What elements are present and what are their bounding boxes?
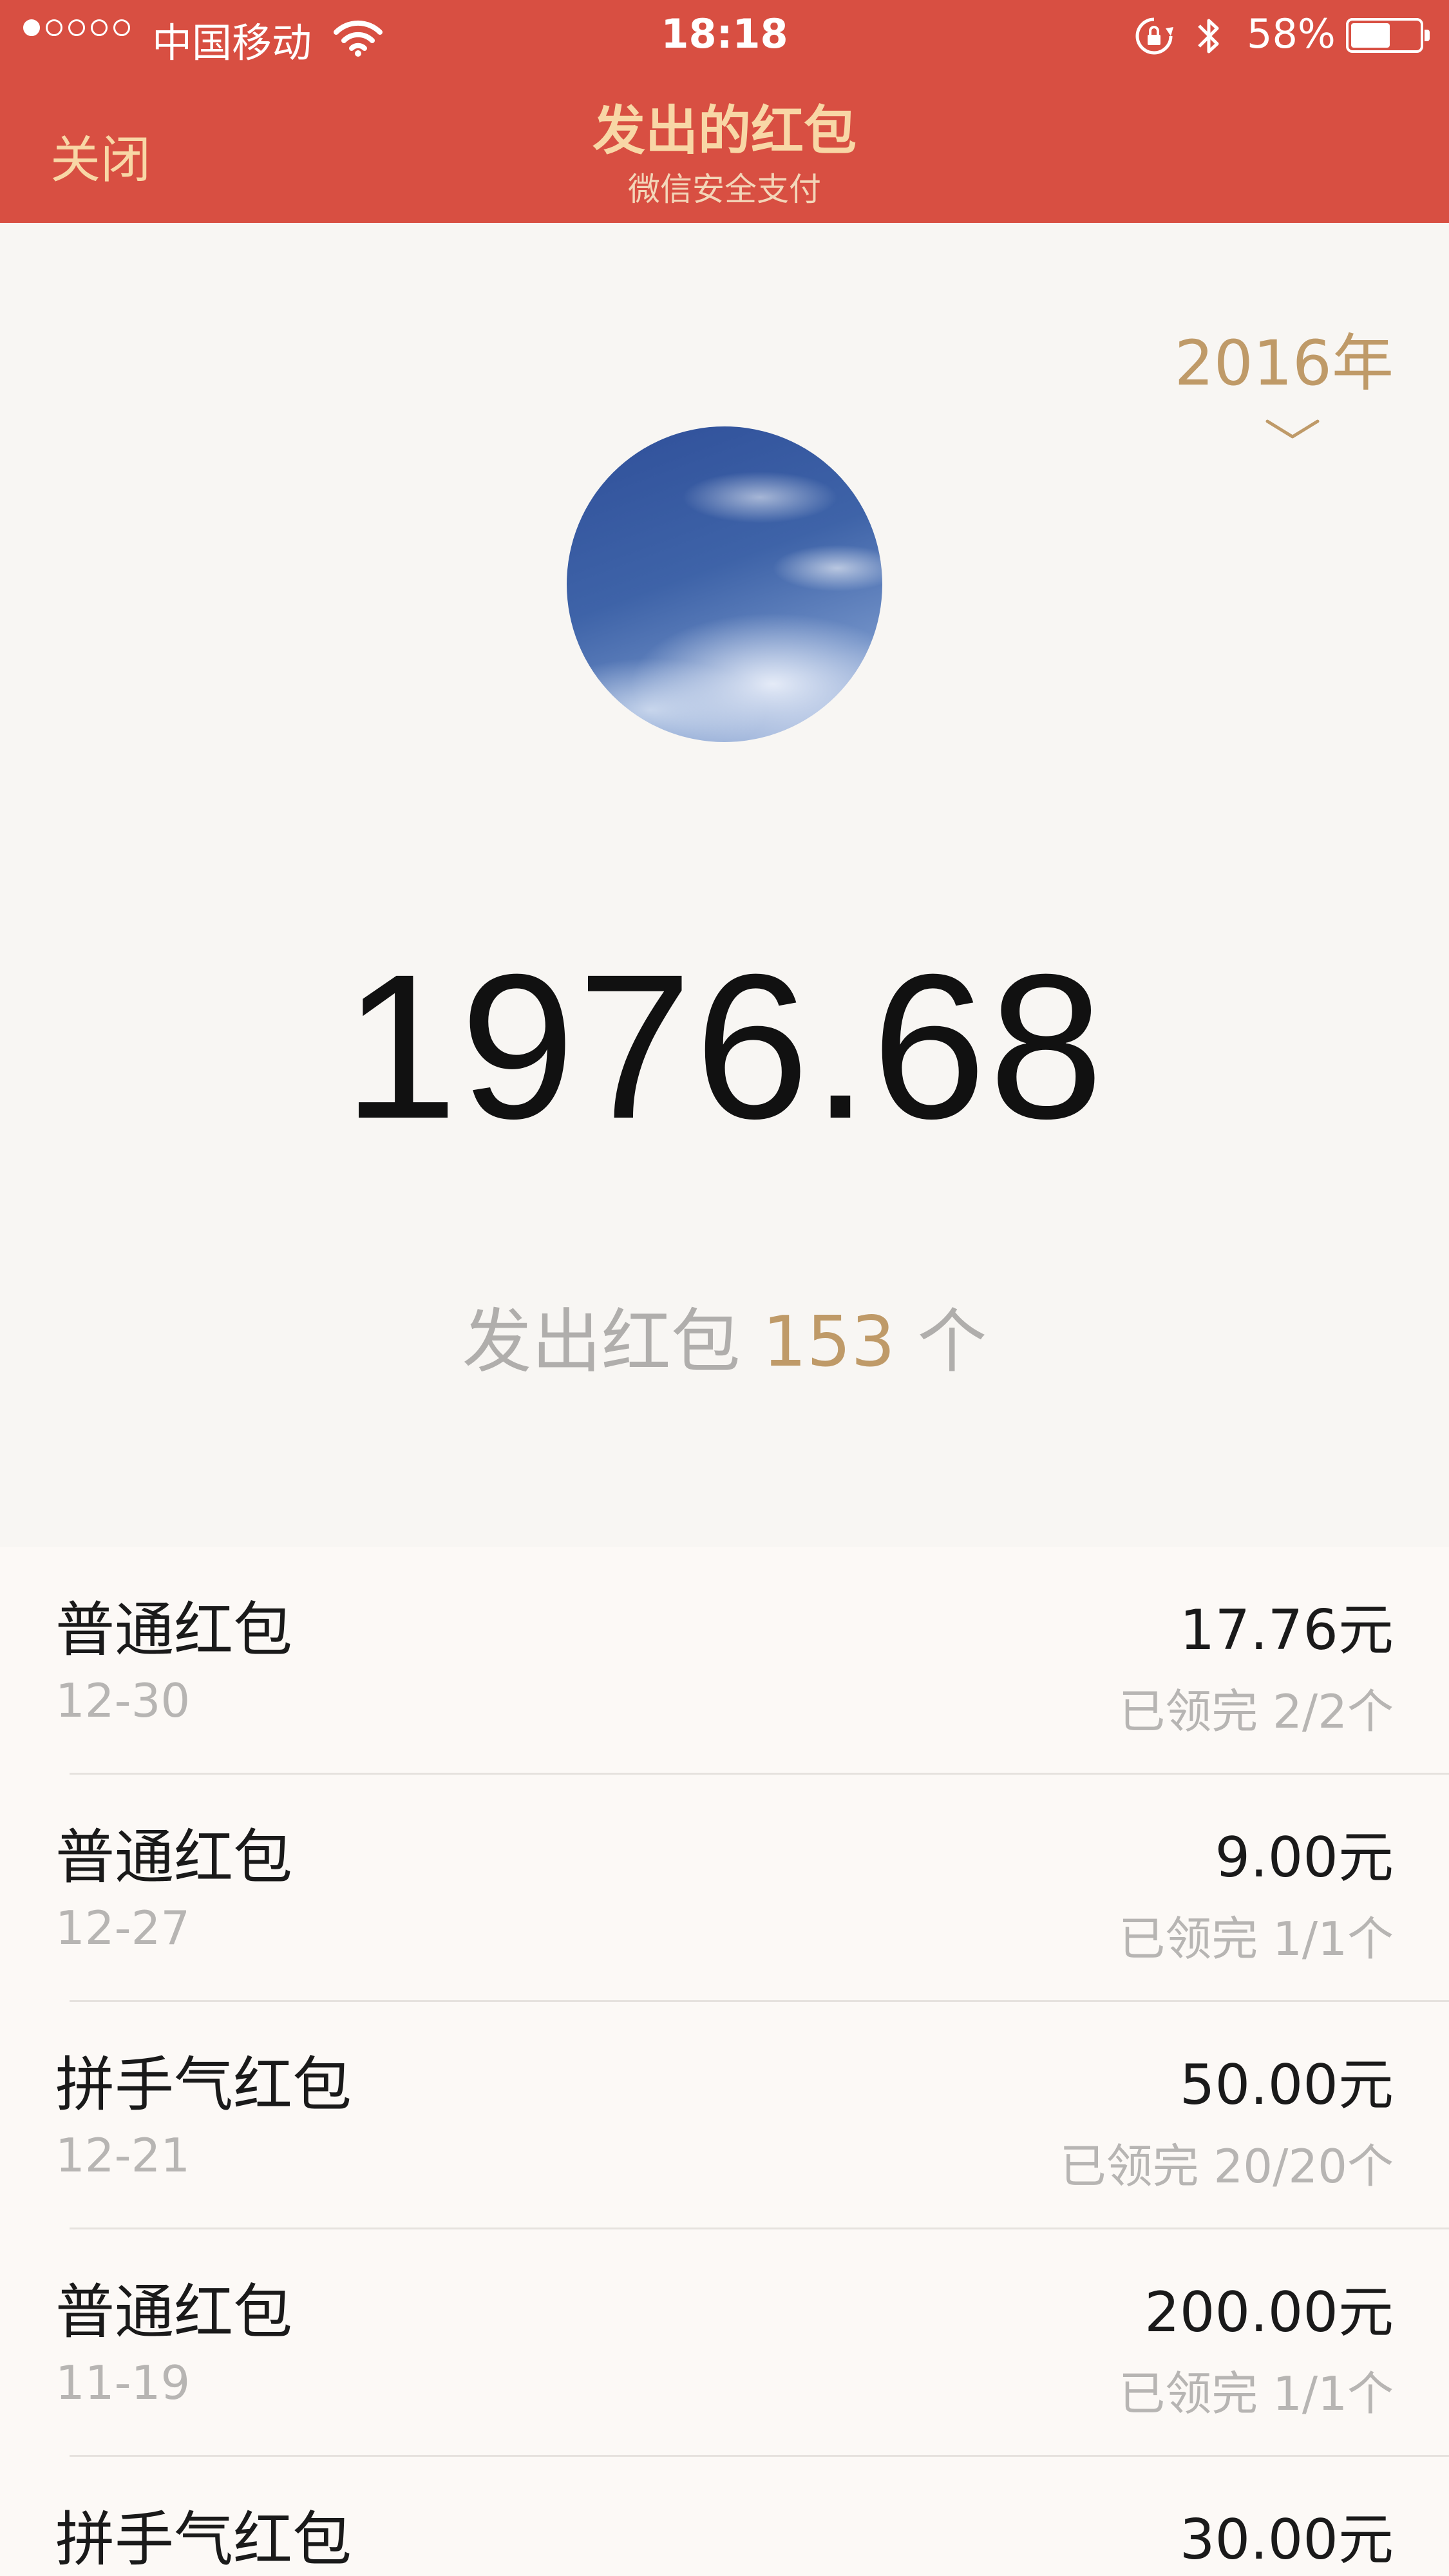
packet-type: 普通红包 bbox=[55, 1596, 293, 1665]
battery-nub bbox=[1425, 30, 1430, 41]
page-subtitle: 微信安全支付 bbox=[628, 171, 821, 208]
packet-status: 已领完 1/1个 bbox=[1119, 1912, 1394, 1966]
packet-type: 拼手气红包 bbox=[55, 2505, 352, 2574]
list-item[interactable]: 拼手气红包 12-21 50.00元 已领完 20/20个 bbox=[0, 2002, 1449, 2229]
packet-status: 已领完 1/1个 bbox=[1119, 2367, 1394, 2421]
battery-fill bbox=[1351, 23, 1390, 48]
list-item[interactable]: 普通红包 11-19 200.00元 已领完 1/1个 bbox=[0, 2229, 1449, 2457]
packet-amount: 30.00元 bbox=[1179, 2508, 1394, 2572]
packet-type: 普通红包 bbox=[55, 2278, 293, 2347]
status-bar: 中国移动 18:18 58% bbox=[0, 0, 1449, 71]
packet-amount: 17.76元 bbox=[1179, 1598, 1394, 1663]
packet-date: 11-19 bbox=[55, 2356, 191, 2410]
packet-date: 12-27 bbox=[55, 1901, 191, 1955]
list-item[interactable]: 拼手气红包 30.00元 bbox=[0, 2457, 1449, 2576]
packet-date: 12-30 bbox=[55, 1674, 191, 1728]
total-amount: 1976.68 bbox=[343, 931, 1106, 1161]
page-title: 发出的红包 bbox=[592, 100, 857, 162]
list-item[interactable]: 普通红包 12-30 17.76元 已领完 2/2个 bbox=[0, 1547, 1449, 1775]
red-packet-list: 普通红包 12-30 17.76元 已领完 2/2个 普通红包 12-27 9.… bbox=[0, 1547, 1449, 2576]
sent-count-prefix: 发出红包 bbox=[462, 1302, 741, 1382]
packet-status: 已领完 20/20个 bbox=[1059, 2139, 1394, 2193]
sent-count-suffix: 个 bbox=[917, 1302, 987, 1382]
year-selector[interactable]: 2016年 bbox=[1175, 313, 1394, 403]
header-bar: 中国移动 18:18 58% 关闭 发出的红包 微信安全支付 bbox=[0, 0, 1449, 223]
battery-percentage: 58% bbox=[1247, 10, 1336, 57]
packet-type: 拼手气红包 bbox=[55, 2050, 352, 2119]
sent-count: 发出红包 153 个 bbox=[0, 1286, 1449, 1386]
list-item[interactable]: 普通红包 12-27 9.00元 已领完 1/1个 bbox=[0, 1775, 1449, 2002]
packet-date: 12-21 bbox=[55, 2128, 191, 2182]
packet-status: 已领完 2/2个 bbox=[1119, 1684, 1394, 1739]
packet-type: 普通红包 bbox=[55, 1823, 293, 1892]
clock: 18:18 bbox=[661, 10, 788, 57]
bluetooth-icon bbox=[1198, 19, 1219, 53]
packet-amount: 50.00元 bbox=[1179, 2053, 1394, 2117]
rotation-lock-icon bbox=[1135, 17, 1173, 55]
avatar bbox=[567, 426, 882, 742]
packet-amount: 9.00元 bbox=[1215, 1826, 1394, 1890]
sent-count-value: 153 bbox=[762, 1302, 896, 1382]
battery-icon bbox=[1346, 18, 1430, 53]
chevron-down-icon[interactable] bbox=[1264, 416, 1321, 442]
packet-amount: 200.00元 bbox=[1144, 2280, 1394, 2345]
